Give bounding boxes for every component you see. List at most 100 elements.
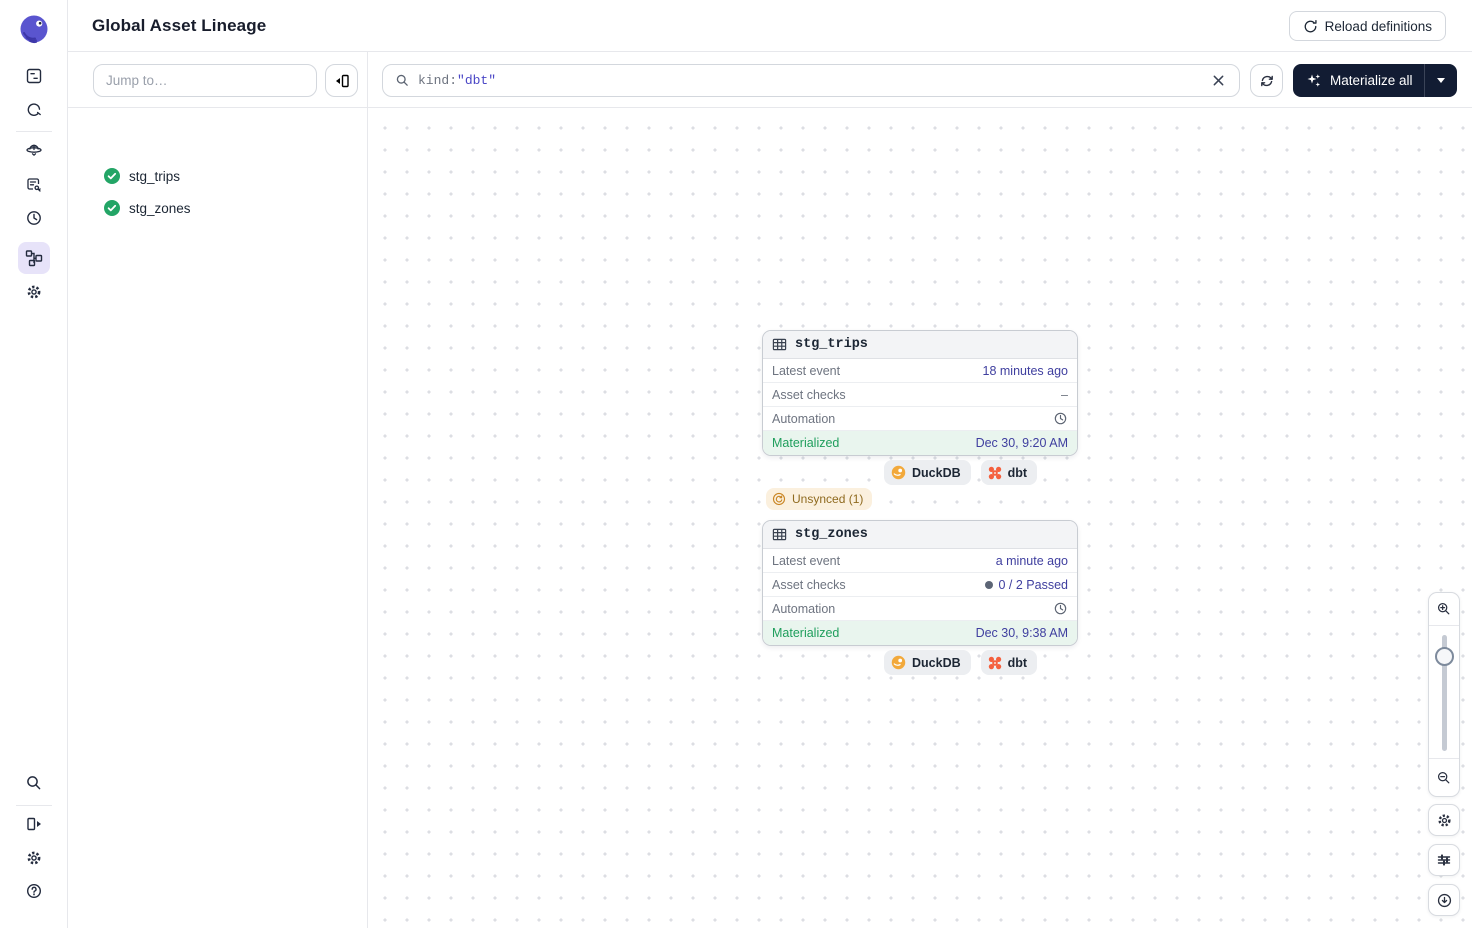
nav-rail: [0, 0, 68, 928]
graph-filters-button[interactable]: [1428, 844, 1460, 876]
zoom-out-icon: [1436, 770, 1452, 786]
collapse-panel-button[interactable]: [325, 64, 358, 97]
tag-dbt[interactable]: dbt: [981, 460, 1037, 485]
automation-clock-icon[interactable]: [1053, 601, 1068, 616]
sidebar-item-schedules[interactable]: [18, 202, 50, 234]
clear-query-button[interactable]: [1207, 70, 1229, 92]
asset-node-name: stg_trips: [795, 337, 868, 352]
duckdb-icon: [891, 655, 906, 670]
automation-row: Automation: [763, 597, 1077, 621]
gear-icon: [25, 849, 43, 867]
sliders-icon: [1436, 852, 1452, 868]
reload-definitions-button[interactable]: Reload definitions: [1289, 11, 1446, 41]
asset-list-panel: stg_trips stg_zones: [68, 52, 368, 928]
rail-divider: [16, 131, 52, 132]
materialized-row: Materialized Dec 30, 9:38 AM: [763, 621, 1077, 645]
zoom-in-icon: [1436, 601, 1452, 617]
help-icon: [25, 882, 43, 900]
unsynced-icon: [772, 492, 786, 506]
jump-to-input[interactable]: [93, 64, 317, 97]
dagster-logo[interactable]: [16, 12, 52, 48]
zoom-slider-thumb[interactable]: [1435, 647, 1454, 666]
check-status-dot: [985, 581, 993, 589]
asset-query-input[interactable]: kind: "dbt": [382, 64, 1240, 97]
rail-divider: [16, 805, 52, 806]
materialized-time-link[interactable]: Dec 30, 9:38 AM: [976, 626, 1068, 640]
zoom-control-panel: [1428, 592, 1460, 797]
rail-search-button[interactable]: [18, 767, 50, 799]
sidebar-item-jobs[interactable]: [18, 169, 50, 201]
sidebar-item-runs[interactable]: [18, 94, 50, 126]
overview-icon: [25, 67, 43, 85]
asset-node-tags: DuckDB dbt: [884, 650, 1037, 675]
tag-dbt[interactable]: dbt: [981, 650, 1037, 675]
asset-list-item-stg-zones[interactable]: stg_zones: [68, 192, 367, 224]
dbt-icon: [988, 656, 1002, 670]
asset-node-stg-trips[interactable]: stg_trips Latest event 18 minutes ago As…: [762, 330, 1078, 456]
graph-settings-button[interactable]: [1428, 804, 1460, 836]
latest-event-link[interactable]: 18 minutes ago: [983, 364, 1068, 378]
user-settings-button[interactable]: [18, 842, 50, 874]
expand-panel-icon: [25, 815, 43, 833]
asset-node-name: stg_zones: [795, 527, 868, 542]
asset-node-header: stg_trips: [763, 331, 1077, 359]
page-title: Global Asset Lineage: [92, 16, 266, 36]
asset-name: stg_zones: [129, 201, 191, 216]
lineage-viewport[interactable]: stg_trips Latest event 18 minutes ago As…: [368, 108, 1472, 928]
zoom-out-button[interactable]: [1429, 758, 1459, 796]
canvas-toolbar: kind: "dbt": [368, 52, 1472, 108]
sidebar-item-overview[interactable]: [18, 60, 50, 92]
app-header: Global Asset Lineage Reload definitions: [68, 0, 1472, 52]
refresh-icon: [1259, 73, 1275, 89]
asset-node-stg-zones[interactable]: stg_zones Latest event a minute ago Asse…: [762, 520, 1078, 646]
expand-sidebar-button[interactable]: [18, 808, 50, 840]
gear-icon: [1436, 812, 1453, 829]
tag-duckdb[interactable]: DuckDB: [884, 650, 971, 675]
automation-clock-icon[interactable]: [1053, 411, 1068, 426]
latest-event-link[interactable]: a minute ago: [996, 554, 1068, 568]
table-icon: [772, 337, 787, 352]
asset-checks-row: Asset checks –: [763, 383, 1077, 407]
panel-toolbar: [68, 52, 367, 108]
runs-icon: [25, 101, 43, 119]
table-icon: [772, 527, 787, 542]
sidebar-item-settings[interactable]: [18, 276, 50, 308]
asset-list-item-stg-trips[interactable]: stg_trips: [68, 160, 367, 192]
schedules-icon: [25, 209, 43, 227]
latest-event-row: Latest event 18 minutes ago: [763, 359, 1077, 383]
asset-checks-row: Asset checks 0 / 2 Passed: [763, 573, 1077, 597]
latest-event-row: Latest event a minute ago: [763, 549, 1077, 573]
asset-checks-link[interactable]: 0 / 2 Passed: [985, 578, 1069, 592]
help-button[interactable]: [18, 875, 50, 907]
reload-icon: [1303, 19, 1318, 34]
lineage-canvas: kind: "dbt": [368, 52, 1472, 928]
refresh-graph-button[interactable]: [1250, 64, 1283, 97]
recenter-icon: [1436, 892, 1453, 909]
recenter-graph-button[interactable]: [1428, 884, 1460, 916]
deployment-icon: [25, 141, 43, 159]
query-text: kind: "dbt": [418, 73, 1207, 88]
duckdb-icon: [891, 465, 906, 480]
asset-node-tags: DuckDB dbt: [884, 460, 1037, 485]
materialized-check-icon: [104, 200, 120, 216]
unsynced-badge[interactable]: Unsynced (1): [766, 488, 872, 510]
gear-icon: [25, 283, 43, 301]
materialized-row: Materialized Dec 30, 9:20 AM: [763, 431, 1077, 455]
dbt-icon: [988, 466, 1002, 480]
sidebar-item-lineage[interactable]: [18, 242, 50, 274]
search-icon: [25, 774, 43, 792]
zoom-in-button[interactable]: [1429, 593, 1459, 626]
tag-duckdb[interactable]: DuckDB: [884, 460, 971, 485]
materialized-time-link[interactable]: Dec 30, 9:20 AM: [976, 436, 1068, 450]
sidebar-item-deployment[interactable]: [18, 134, 50, 166]
collapse-panel-icon: [333, 72, 351, 90]
lineage-icon: [25, 249, 43, 267]
materialize-all-button[interactable]: Materialize all: [1293, 73, 1424, 89]
asset-node-header: stg_zones: [763, 521, 1077, 549]
jobs-icon: [25, 176, 43, 194]
materialize-all-split-button: Materialize all: [1293, 64, 1457, 97]
chevron-down-icon: [1437, 78, 1445, 83]
asset-name: stg_trips: [129, 169, 180, 184]
materialize-options-button[interactable]: [1425, 78, 1457, 83]
materialized-check-icon: [104, 168, 120, 184]
